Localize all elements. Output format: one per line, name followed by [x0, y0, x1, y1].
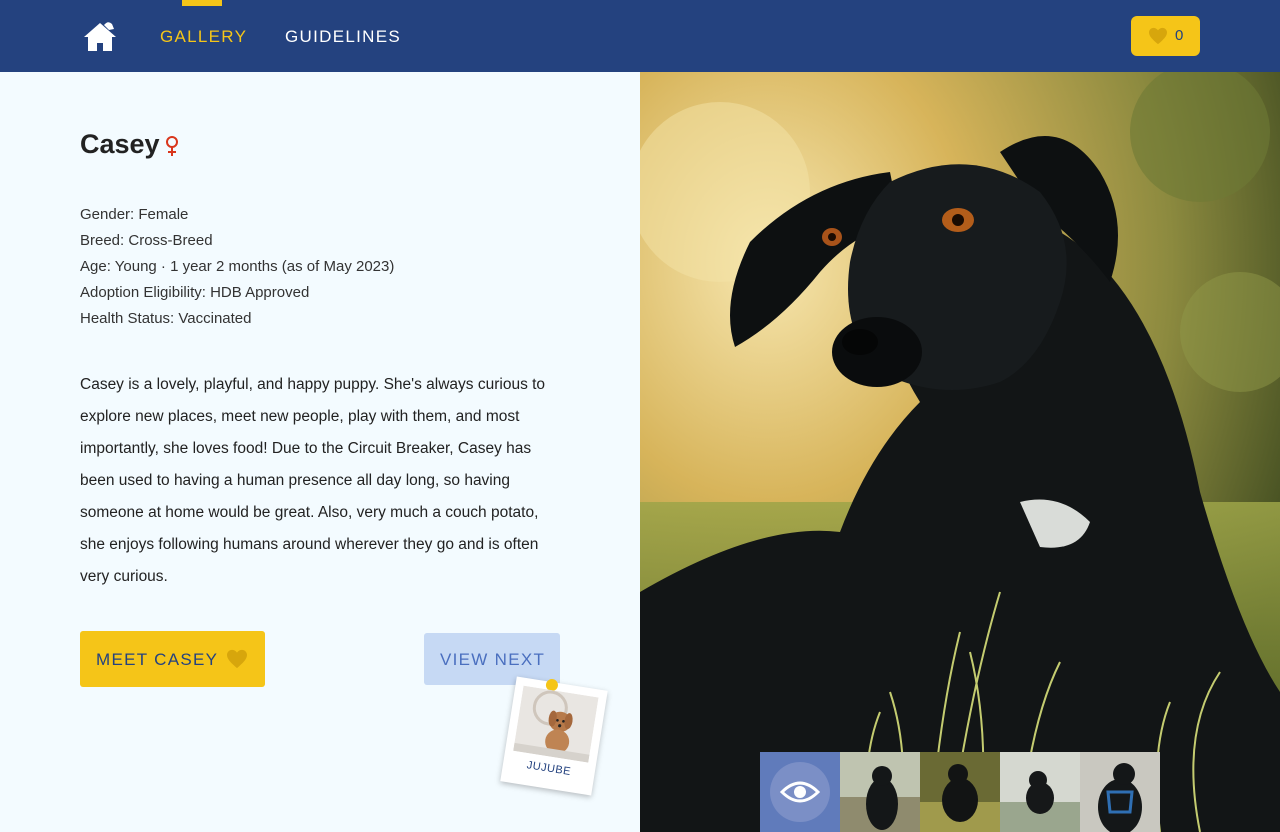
dog-description: Casey is a lovely, playful, and happy pu…: [80, 376, 546, 585]
thumbnail-photo: [920, 752, 1000, 832]
fact-adoption-eligibility: Adoption Eligibility: HDB Approved: [80, 284, 310, 301]
favorites-button[interactable]: 0: [1131, 16, 1200, 56]
nav-link-gallery[interactable]: GALLERY: [160, 27, 247, 47]
favorites-count: 0: [1175, 27, 1184, 44]
heart-icon: [1149, 27, 1167, 45]
active-nav-indicator: [182, 0, 222, 6]
photo-thumbnails: [760, 752, 1160, 832]
meet-dog-button[interactable]: MEET CASEY: [80, 631, 265, 687]
thumbnail-photo: [840, 752, 920, 832]
dog-details-panel: Casey Gender: Female Breed: Cross-Breed …: [0, 72, 640, 832]
thumbnail-active[interactable]: [760, 752, 840, 832]
dog-house-icon[interactable]: [82, 19, 120, 53]
female-symbol-icon: [166, 136, 178, 156]
view-next-button[interactable]: VIEW NEXT: [424, 633, 560, 685]
thumbnail-photo: [1080, 752, 1160, 832]
dog-hero-photo: [640, 72, 1280, 832]
fact-gender: Gender: Female: [80, 206, 189, 223]
fact-breed: Breed: Cross-Breed: [80, 232, 213, 249]
heart-icon: [227, 649, 247, 669]
thumbnail[interactable]: [840, 752, 920, 832]
top-nav: GALLERY GUIDELINES 0: [0, 0, 1280, 72]
thumbnail[interactable]: [1000, 752, 1080, 832]
next-dog-polaroid[interactable]: JUJUBE: [500, 676, 608, 796]
thumbnail-photo: [1000, 752, 1080, 832]
dog-name: Casey: [80, 129, 160, 159]
view-next-label: VIEW NEXT: [440, 650, 546, 669]
fact-age: Age: Young · 1 year 2 months (as of May …: [80, 258, 395, 275]
nav-link-guidelines[interactable]: GUIDELINES: [285, 27, 401, 47]
thumbnail[interactable]: [1080, 752, 1160, 832]
eye-icon: [780, 781, 820, 803]
meet-dog-label: MEET CASEY: [96, 650, 219, 669]
dog-facts-list: Gender: Female Breed: Cross-Breed Age: Y…: [80, 202, 394, 332]
next-dog-photo: [513, 685, 599, 763]
thumbnail[interactable]: [920, 752, 1000, 832]
fact-health-status: Health Status: Vaccinated: [80, 310, 252, 327]
